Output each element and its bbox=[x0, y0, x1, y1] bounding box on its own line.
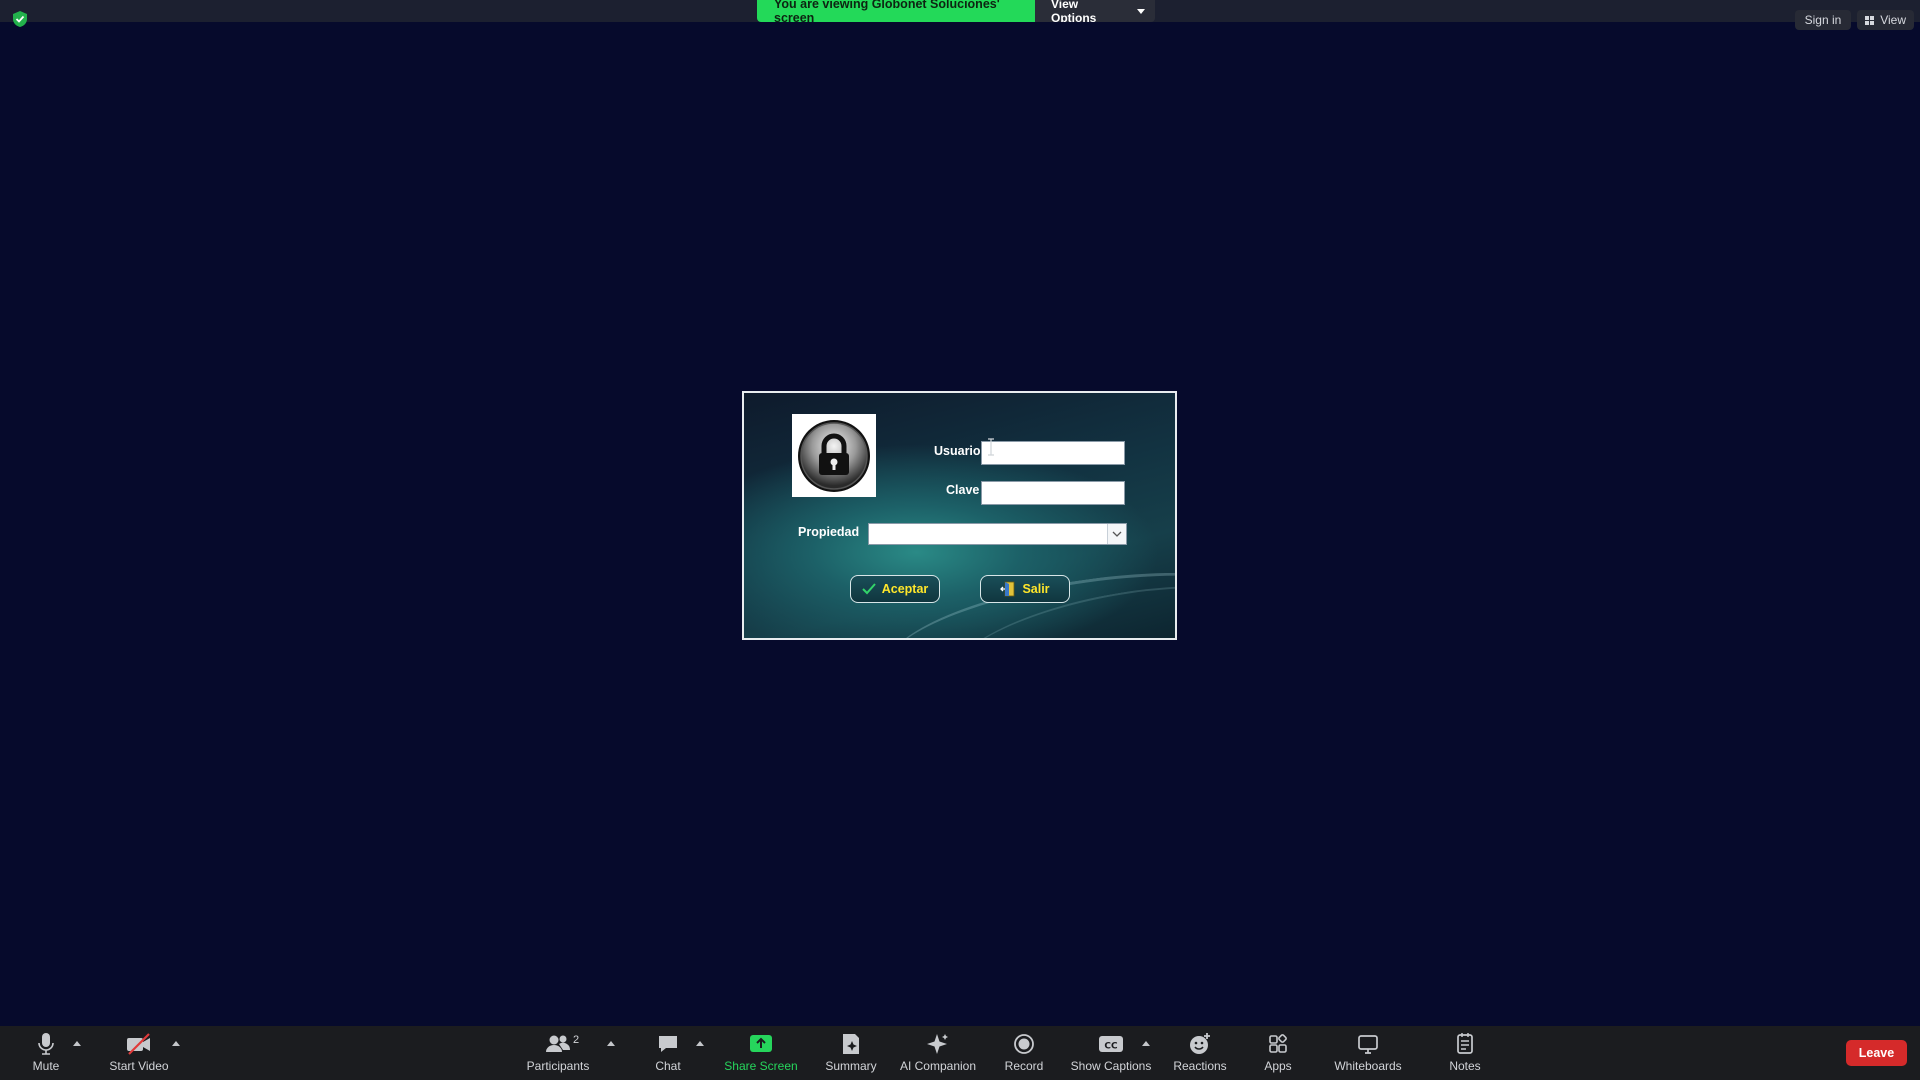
video-off-icon bbox=[125, 1032, 153, 1056]
aceptar-button[interactable]: Aceptar bbox=[850, 575, 940, 603]
notes-icon bbox=[1455, 1032, 1475, 1056]
notes-button[interactable]: Notes bbox=[1444, 1026, 1486, 1080]
summary-button[interactable]: Summary bbox=[820, 1026, 882, 1080]
apps-label: Apps bbox=[1264, 1059, 1292, 1073]
sign-in-label: Sign in bbox=[1804, 13, 1842, 27]
leave-label: Leave bbox=[1858, 1046, 1895, 1060]
participants-icon bbox=[544, 1032, 572, 1056]
apps-button[interactable]: Apps bbox=[1258, 1026, 1298, 1080]
participants-options-caret[interactable] bbox=[606, 1038, 616, 1048]
login-dialog: Usuario Clave Propiedad Aceptar Salir bbox=[742, 391, 1177, 640]
chevron-up-icon bbox=[696, 1040, 704, 1046]
whiteboards-button[interactable]: Whiteboards bbox=[1332, 1026, 1404, 1080]
chevron-up-icon bbox=[73, 1040, 81, 1046]
svg-text:CC: CC bbox=[1104, 1042, 1118, 1052]
mute-button[interactable]: Mute bbox=[24, 1026, 68, 1080]
record-icon bbox=[1013, 1032, 1035, 1056]
clave-input[interactable] bbox=[981, 481, 1125, 505]
lock-logo bbox=[792, 414, 876, 497]
chat-icon bbox=[657, 1032, 679, 1056]
padlock-icon bbox=[798, 420, 870, 492]
aceptar-label: Aceptar bbox=[881, 582, 929, 596]
reactions-button[interactable]: Reactions bbox=[1168, 1026, 1232, 1080]
whiteboard-icon bbox=[1357, 1032, 1379, 1056]
view-options-label: View Options bbox=[1051, 0, 1097, 22]
checkmark-icon bbox=[862, 583, 876, 595]
propiedad-select[interactable] bbox=[868, 523, 1127, 545]
chevron-up-icon bbox=[1142, 1040, 1150, 1046]
ai-sparkle-icon bbox=[926, 1032, 950, 1056]
participants-count: 2 bbox=[573, 1034, 580, 1046]
exit-door-icon bbox=[1000, 581, 1015, 597]
video-options-caret[interactable] bbox=[171, 1038, 181, 1048]
record-button[interactable]: Record bbox=[1000, 1026, 1048, 1080]
salir-label: Salir bbox=[1022, 582, 1050, 596]
security-shield-icon[interactable] bbox=[12, 10, 28, 28]
whiteboards-label: Whiteboards bbox=[1334, 1059, 1402, 1073]
chat-options-caret[interactable] bbox=[695, 1038, 705, 1048]
clave-label: Clave bbox=[946, 483, 980, 497]
view-options-button[interactable]: View Options bbox=[1035, 0, 1155, 22]
summary-icon bbox=[840, 1032, 862, 1056]
share-screen-button[interactable]: Share Screen bbox=[724, 1026, 798, 1080]
audio-options-caret[interactable] bbox=[72, 1038, 82, 1048]
share-screen-label: Share Screen bbox=[724, 1059, 798, 1073]
start-video-button[interactable]: Start Video bbox=[104, 1026, 174, 1080]
show-captions-label: Show Captions bbox=[1070, 1059, 1152, 1073]
chevron-up-icon bbox=[607, 1040, 615, 1046]
chat-button[interactable]: Chat bbox=[648, 1026, 688, 1080]
show-captions-button[interactable]: CC Show Captions bbox=[1068, 1026, 1154, 1080]
text-cursor-icon bbox=[987, 438, 995, 456]
view-button[interactable]: View bbox=[1857, 10, 1914, 30]
reactions-smiley-icon bbox=[1188, 1032, 1212, 1056]
grid-view-icon bbox=[1865, 15, 1875, 25]
propiedad-label: Propiedad bbox=[798, 525, 860, 539]
summary-label: Summary bbox=[825, 1059, 877, 1073]
sign-in-button[interactable]: Sign in bbox=[1795, 10, 1851, 30]
share-screen-icon bbox=[749, 1032, 773, 1056]
ai-companion-button[interactable]: AI Companion bbox=[896, 1026, 980, 1080]
usuario-input[interactable] bbox=[981, 441, 1125, 465]
view-label: View bbox=[1880, 13, 1906, 27]
salir-button[interactable]: Salir bbox=[980, 575, 1070, 603]
mute-label: Mute bbox=[32, 1059, 60, 1073]
apps-icon bbox=[1267, 1032, 1289, 1056]
closed-captions-icon: CC bbox=[1098, 1032, 1124, 1056]
notes-label: Notes bbox=[1449, 1059, 1481, 1073]
chat-label: Chat bbox=[655, 1059, 681, 1073]
record-label: Record bbox=[1004, 1059, 1044, 1073]
dropdown-arrow-icon[interactable] bbox=[1107, 524, 1126, 544]
captions-options-caret[interactable] bbox=[1141, 1038, 1151, 1048]
chevron-up-icon bbox=[172, 1040, 180, 1046]
microphone-icon bbox=[36, 1032, 56, 1056]
participants-label: Participants bbox=[526, 1059, 590, 1073]
leave-button[interactable]: Leave bbox=[1846, 1040, 1907, 1066]
viewing-status-text: You are viewing Globonet Soluciones' scr… bbox=[757, 0, 1035, 22]
start-video-label: Start Video bbox=[109, 1059, 169, 1073]
usuario-label: Usuario bbox=[934, 444, 981, 458]
participants-button[interactable]: Participants bbox=[522, 1026, 594, 1080]
meeting-toolbar: Mute Start Video Participants 2 Chat Sha… bbox=[0, 1026, 1920, 1080]
screen-share-banner: You are viewing Globonet Soluciones' scr… bbox=[757, 0, 1155, 22]
chevron-down-icon bbox=[1137, 8, 1145, 14]
reactions-label: Reactions bbox=[1173, 1059, 1227, 1073]
ai-companion-label: AI Companion bbox=[899, 1059, 977, 1073]
